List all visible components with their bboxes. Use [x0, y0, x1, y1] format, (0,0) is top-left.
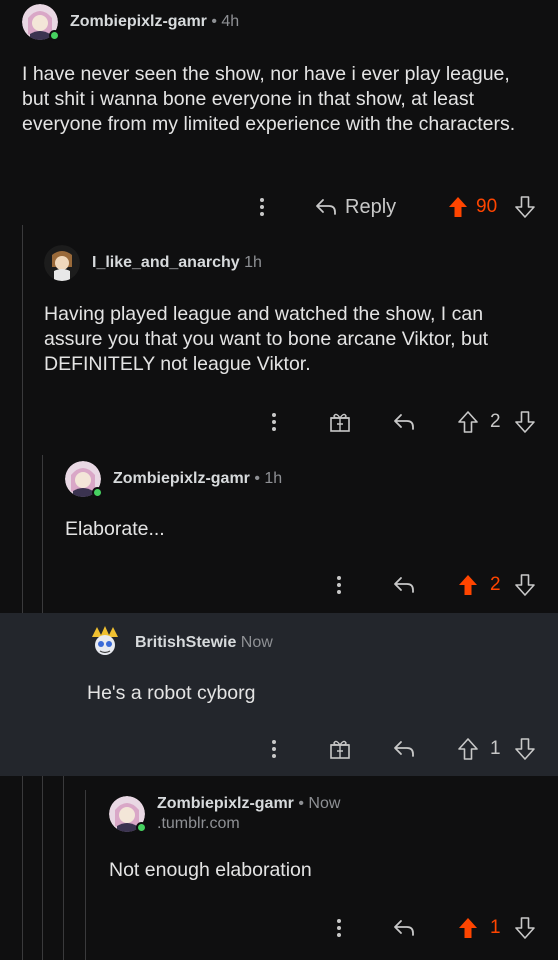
avatar[interactable]	[109, 796, 147, 833]
comment-actions: 1	[0, 734, 558, 764]
timestamp: • Now	[293, 795, 341, 812]
reply-button[interactable]	[392, 407, 416, 437]
avatar[interactable]	[44, 245, 80, 281]
vote-score: 1	[490, 917, 501, 938]
timestamp: • 1h	[249, 470, 283, 487]
online-status-dot	[92, 487, 103, 498]
upvote-button[interactable]	[446, 192, 470, 222]
comment-body: He's a robot cyborg	[87, 682, 256, 704]
downvote-arrow-icon	[515, 411, 535, 433]
user-link[interactable]: .tumblr.com	[157, 814, 340, 834]
username[interactable]: I_like_and_anarchy	[92, 254, 240, 271]
avatar[interactable]	[65, 461, 103, 498]
timestamp: • 4h	[206, 13, 240, 30]
comment-header: Zombiepixlz-gamr • Now .tumblr.com	[109, 794, 340, 834]
username[interactable]: Zombiepixlz-gamr	[157, 795, 294, 812]
reply-arrow-icon	[394, 577, 414, 593]
downvote-button[interactable]	[513, 570, 537, 600]
avatar-image	[87, 625, 123, 661]
comment: I_like_and_anarchy 1h Having played leag…	[0, 225, 558, 455]
reply-button[interactable]	[392, 734, 416, 764]
award-button[interactable]	[328, 407, 352, 437]
comment-header: Zombiepixlz-gamr • 4h	[22, 2, 239, 42]
upvote-button[interactable]	[456, 407, 480, 437]
upvote-button[interactable]	[456, 734, 480, 764]
username[interactable]: BritishStewie	[135, 634, 236, 651]
comment-body: I have never seen the show, nor have i e…	[22, 63, 516, 135]
reply-arrow-icon	[316, 199, 336, 215]
award-button[interactable]	[328, 734, 352, 764]
comment-actions: Reply 90	[0, 192, 558, 222]
downvote-button[interactable]	[513, 734, 537, 764]
downvote-button[interactable]	[513, 407, 537, 437]
reply-arrow-icon	[394, 741, 414, 757]
downvote-arrow-icon	[515, 574, 535, 596]
avatar[interactable]	[22, 4, 60, 41]
vote-score: 2	[490, 411, 501, 432]
reply-button[interactable]	[392, 570, 416, 600]
comment-body: Elaborate...	[65, 518, 165, 540]
upvote-arrow-icon	[459, 918, 477, 938]
upvote-arrow-icon	[458, 411, 478, 433]
avatar-image	[44, 245, 80, 281]
award-gift-icon	[330, 740, 350, 759]
more-vertical-icon	[272, 740, 276, 758]
vote-score: 1	[490, 738, 501, 759]
upvote-arrow-icon	[459, 575, 477, 595]
reply-label: Reply	[345, 195, 397, 218]
more-options-button[interactable]	[329, 913, 349, 943]
more-options-button[interactable]	[252, 192, 272, 222]
more-options-button[interactable]	[264, 407, 284, 437]
more-vertical-icon	[337, 576, 341, 594]
more-vertical-icon	[272, 413, 276, 431]
upvote-arrow-icon	[458, 738, 478, 760]
downvote-arrow-icon	[515, 738, 535, 760]
comment: Zombiepixlz-gamr • 4h I have never seen …	[0, 0, 558, 225]
vote-score: 2	[490, 574, 501, 595]
comment-header: I_like_and_anarchy 1h	[44, 243, 262, 283]
comment-body: Not enough elaboration	[109, 859, 312, 881]
more-vertical-icon	[260, 198, 264, 216]
comment-actions: 2	[0, 407, 558, 437]
award-gift-icon	[330, 413, 350, 432]
comment-body: Having played league and watched the sho…	[44, 303, 489, 375]
comment-highlighted: BritishStewie Now He's a robot cyborg 1	[0, 613, 558, 776]
comment-actions: 1	[0, 913, 558, 943]
reply-arrow-icon	[394, 920, 414, 936]
downvote-button[interactable]	[513, 913, 537, 943]
vote-score: 90	[476, 196, 498, 217]
reply-button[interactable]: Reply	[315, 192, 396, 222]
upvote-button[interactable]	[456, 570, 480, 600]
comment-actions: 2	[0, 570, 558, 600]
reply-arrow-icon	[394, 414, 414, 430]
upvote-button[interactable]	[456, 913, 480, 943]
avatar[interactable]	[87, 625, 123, 661]
downvote-button[interactable]	[513, 192, 537, 222]
more-vertical-icon	[337, 919, 341, 937]
username[interactable]: Zombiepixlz-gamr	[113, 470, 250, 487]
downvote-arrow-icon	[515, 917, 535, 939]
timestamp: Now	[236, 634, 273, 651]
comment: Zombiepixlz-gamr • 1h Elaborate... 2	[0, 455, 558, 613]
comment-header: Zombiepixlz-gamr • 1h	[65, 459, 282, 499]
comment-header: BritishStewie Now	[87, 623, 273, 663]
more-options-button[interactable]	[264, 734, 284, 764]
upvote-arrow-icon	[449, 197, 467, 217]
online-status-dot	[136, 822, 147, 833]
more-options-button[interactable]	[329, 570, 349, 600]
timestamp: 1h	[239, 254, 262, 271]
username[interactable]: Zombiepixlz-gamr	[70, 13, 207, 30]
comment: Zombiepixlz-gamr • Now .tumblr.com Not e…	[0, 776, 558, 960]
online-status-dot	[49, 30, 60, 41]
reply-button[interactable]	[392, 913, 416, 943]
downvote-arrow-icon	[515, 196, 535, 218]
